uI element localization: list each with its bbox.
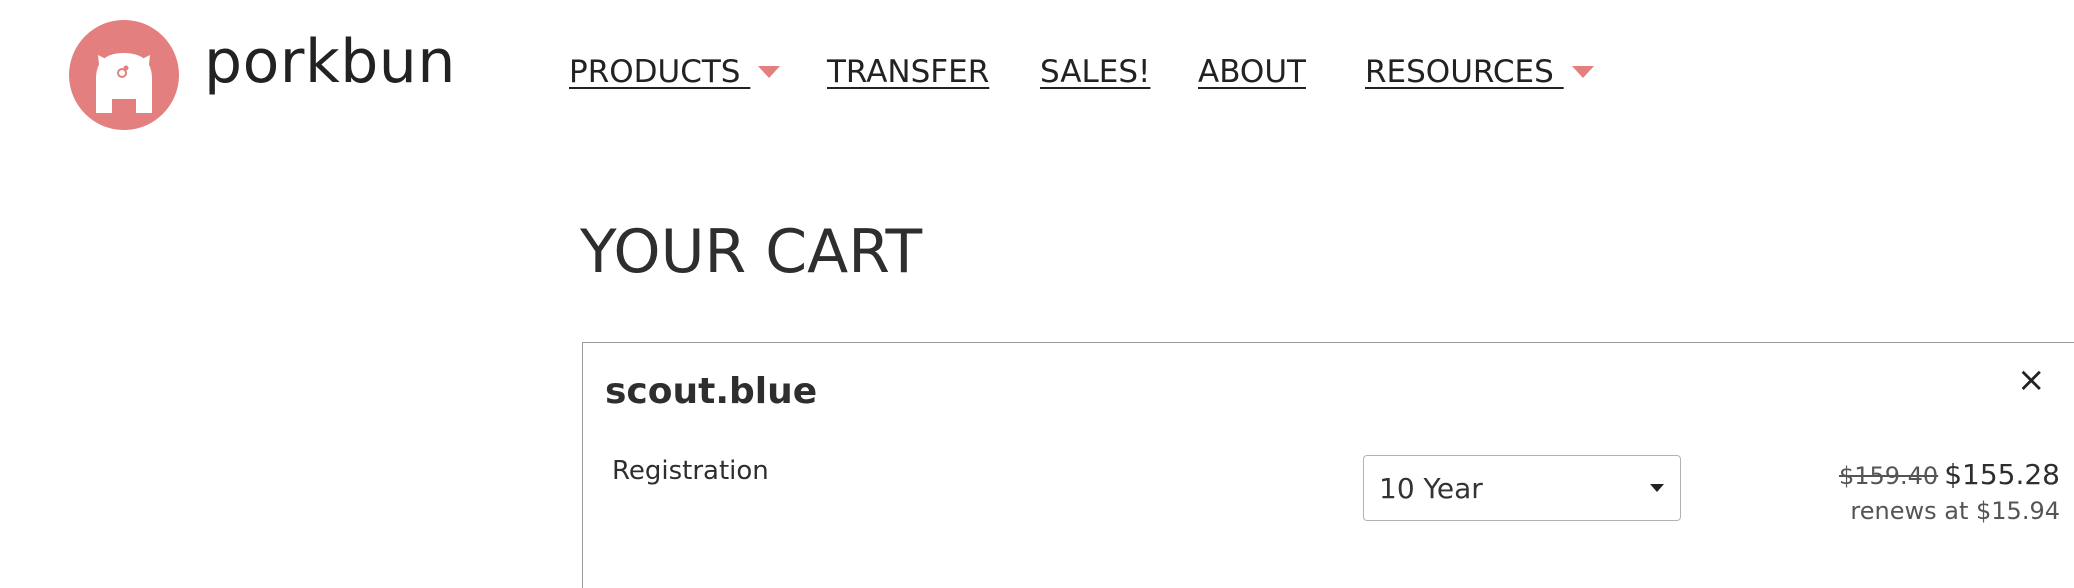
renewal-price: renews at $15.94: [1850, 497, 2060, 525]
nav-transfer-label: TRANSFER: [827, 54, 990, 90]
nav-about[interactable]: ABOUT: [1198, 52, 1306, 92]
page: porkbun PRODUCTS TRANSFER SALES! ABOUT R…: [0, 0, 2074, 588]
nav-about-label: ABOUT: [1198, 54, 1306, 90]
logo-link[interactable]: [69, 20, 179, 130]
chevron-down-icon: [758, 65, 781, 78]
pig-logo-icon: [96, 53, 152, 113]
nav-resources-label: RESOURCES: [1365, 54, 1564, 90]
brand-name[interactable]: porkbun: [204, 22, 456, 102]
price-line: $159.40 $155.28: [1839, 458, 2060, 496]
registration-term-select[interactable]: 10 Year: [1363, 455, 1681, 521]
cart-item-line-label: Registration: [612, 456, 769, 486]
chevron-down-icon: [1650, 484, 1664, 492]
page-title: YOUR CART: [580, 217, 923, 287]
close-icon: ×: [2017, 360, 2046, 400]
cart-item-domain: scout.blue: [605, 371, 818, 412]
original-price: $159.40: [1838, 462, 1939, 490]
registration-term-value: 10 Year: [1379, 471, 1483, 505]
nav-products-label: PRODUCTS: [569, 54, 751, 90]
remove-item-button[interactable]: ×: [2017, 360, 2046, 400]
chevron-down-icon: [1571, 65, 1594, 78]
nav-products[interactable]: PRODUCTS: [569, 52, 781, 92]
current-price: $155.28: [1944, 458, 2060, 491]
price-block: $159.40 $155.28 renews at $15.94: [1839, 458, 2060, 526]
nav-sales[interactable]: SALES!: [1040, 52, 1150, 92]
nav-sales-label: SALES!: [1040, 54, 1151, 90]
nav-resources[interactable]: RESOURCES: [1365, 52, 1594, 92]
nav-transfer[interactable]: TRANSFER: [827, 52, 989, 92]
